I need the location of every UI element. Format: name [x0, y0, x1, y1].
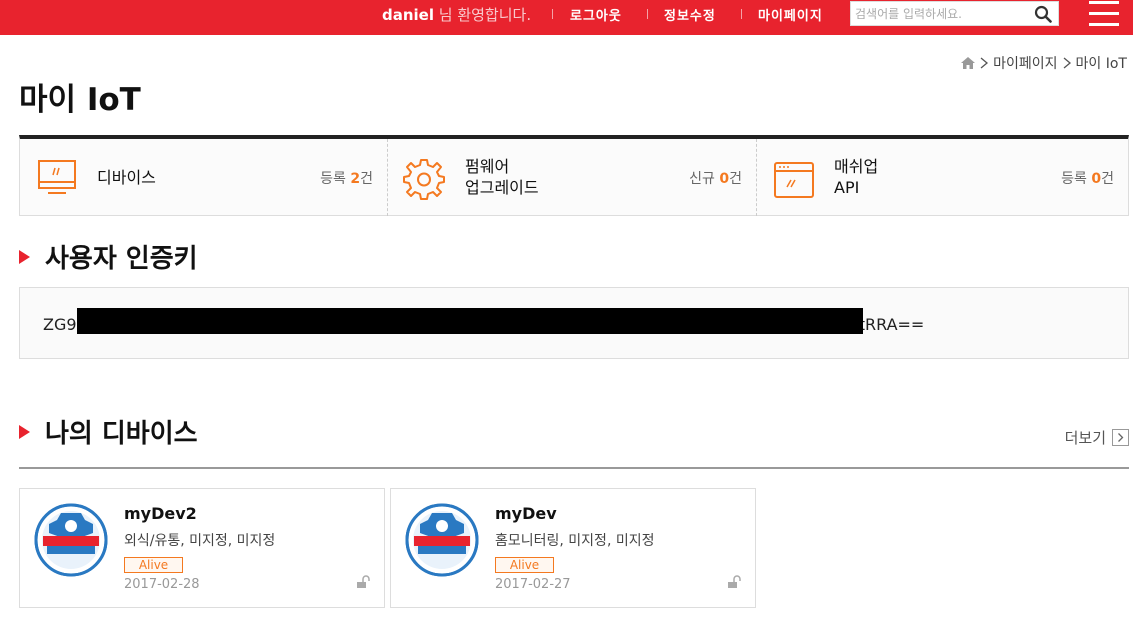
breadcrumb: 마이페이지 마이 IoT [961, 53, 1127, 73]
summary-label-line2: API [834, 178, 860, 197]
device-description: 홈모니터링, 미지정, 미지정 [495, 533, 655, 549]
chevron-right-icon [1112, 429, 1129, 446]
home-icon[interactable] [961, 57, 976, 69]
user-name: daniel [382, 6, 434, 24]
page-title: 마이 IoT [19, 82, 141, 118]
summary-label: 펌웨어 [465, 157, 510, 176]
wiznet-maker-space-academy-logo [405, 503, 479, 577]
more-link[interactable]: 더보기 [1065, 427, 1129, 448]
redaction-bar [77, 308, 863, 334]
section-title: 사용자 인증키 [45, 244, 198, 274]
status-badge: Alive [124, 557, 183, 573]
chevron-right-icon [979, 57, 989, 69]
my-devices-heading: 나의 디바이스 [19, 413, 198, 450]
device-description: 외식/유통, 미지정, 미지정 [124, 533, 276, 549]
welcome-message: daniel 님 환영합니다. [382, 4, 531, 25]
divider [741, 9, 742, 19]
welcome-suffix: 님 환영합니다. [434, 6, 532, 24]
device-card[interactable]: myDev2 외식/유통, 미지정, 미지정 Alive 2017-02-28 [19, 488, 385, 608]
device-card[interactable]: myDev 홈모니터링, 미지정, 미지정 Alive 2017-02-27 [390, 488, 756, 608]
device-name[interactable]: myDev [495, 504, 557, 523]
breadcrumb-item-mypage[interactable]: 마이페이지 [993, 53, 1057, 73]
mypage-link[interactable]: 마이페이지 [758, 5, 823, 24]
device-name[interactable]: myDev2 [124, 504, 197, 523]
chevron-right-icon [1062, 57, 1072, 69]
auth-key-heading: 사용자 인증키 [19, 238, 198, 275]
top-bar: daniel 님 환영합니다. 로그아웃 정보수정 마이페이지 [0, 0, 1133, 35]
summary-label-line2: 업그레이드 [465, 178, 539, 197]
bullet-arrow-icon [19, 424, 30, 439]
summary-count: 등록 2건 [320, 171, 373, 187]
section-title: 나의 디바이스 [45, 419, 198, 449]
edit-profile-link[interactable]: 정보수정 [664, 5, 716, 24]
auth-key-box[interactable]: ZG9 StRRA== [19, 287, 1129, 359]
search-input[interactable] [855, 4, 1025, 23]
summary-firmware[interactable]: 펌웨어 업그레이드 신규 0건 [388, 139, 756, 216]
search-box [850, 1, 1059, 26]
gear-icon [403, 158, 445, 204]
hamburger-menu-icon[interactable] [1089, 1, 1119, 27]
bullet-arrow-icon [19, 249, 30, 264]
summary-count: 등록 0건 [1061, 171, 1114, 187]
summary-mashup-api[interactable]: 매쉬업 API 등록 0건 [757, 139, 1128, 216]
status-badge: Alive [495, 557, 554, 573]
divider [552, 9, 553, 19]
divider [647, 9, 648, 19]
summary-label: 디바이스 [97, 168, 156, 187]
summary-label: 매쉬업 [834, 157, 879, 176]
summary-panel: 디바이스 등록 2건 펌웨어 업그레이드 신규 0건 매쉬업 API 등록 0건 [19, 135, 1129, 216]
device-date: 2017-02-27 [495, 577, 571, 592]
summary-devices[interactable]: 디바이스 등록 2건 [20, 139, 387, 216]
summary-count: 신규 0건 [689, 171, 742, 187]
divider [19, 467, 1129, 469]
device-date: 2017-02-28 [124, 577, 200, 592]
monitor-icon [37, 158, 77, 202]
unlock-icon[interactable] [356, 574, 370, 593]
wiznet-maker-space-academy-logo [34, 503, 108, 577]
search-icon[interactable] [1034, 5, 1052, 23]
browser-window-icon [773, 161, 815, 205]
unlock-icon[interactable] [727, 574, 741, 593]
more-label: 더보기 [1064, 429, 1106, 447]
logout-link[interactable]: 로그아웃 [570, 5, 622, 24]
breadcrumb-item-current: 마이 IoT [1075, 56, 1127, 72]
